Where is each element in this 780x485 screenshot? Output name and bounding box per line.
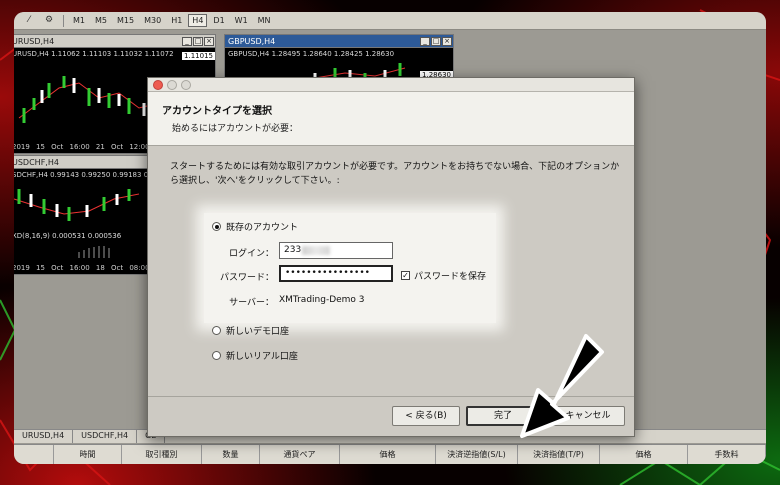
minimize-icon[interactable]: _: [420, 36, 430, 46]
close-icon[interactable]: ×: [204, 36, 214, 46]
column-commission[interactable]: 手数料: [688, 445, 766, 464]
chart-settings-icon[interactable]: ⚙: [40, 14, 58, 27]
chart-title: GBPUSD,H4: [228, 36, 276, 46]
column-volume[interactable]: 数量: [202, 445, 260, 464]
radio-label: 新しいリアル口座: [226, 352, 298, 362]
radio-existing-account[interactable]: 既存のアカウント: [212, 220, 298, 233]
timeframe-m1[interactable]: M1: [69, 14, 89, 27]
chart-tab[interactable]: USDCHF,H4: [73, 430, 138, 443]
radio-new-demo-account[interactable]: 新しいデモ口座: [212, 324, 289, 337]
column-current-price[interactable]: 価格: [600, 445, 688, 464]
column-time[interactable]: 時間: [54, 445, 122, 464]
column-price[interactable]: 価格: [340, 445, 436, 464]
drawing-tools-icon[interactable]: ⁄: [20, 14, 38, 27]
close-icon[interactable]: ×: [442, 36, 452, 46]
minimize-icon[interactable]: _: [182, 36, 192, 46]
timeframe-m5[interactable]: M5: [91, 14, 111, 27]
redacted-blur: [302, 246, 330, 255]
pointer-arrow-icon: [520, 334, 604, 438]
close-icon[interactable]: [153, 79, 163, 90]
candlestick-area: [14, 189, 140, 221]
back-button[interactable]: < 戻る(B): [392, 406, 460, 426]
timeframe-mn[interactable]: MN: [254, 14, 275, 27]
password-field[interactable]: ••••••••••••••••: [279, 265, 393, 282]
timeframe-toolbar: ⁄ ⚙ M1 M5 M15 M30 H1 H4 D1 W1 MN: [14, 12, 766, 30]
dialog-title: アカウントタイプを選択: [162, 106, 272, 117]
timeframe-h1[interactable]: H1: [167, 14, 186, 27]
intro-text: スタートするためには有効な取引アカウントが必要です。アカウントをお持ちでない場合…: [170, 162, 620, 186]
dialog-titlebar: [148, 78, 634, 92]
timeframe-d1[interactable]: D1: [209, 14, 228, 27]
radio-label: 新しいデモ口座: [226, 327, 290, 337]
timeframe-w1[interactable]: W1: [231, 14, 252, 27]
dialog-subtitle: 始めるにはアカウントが必要：: [172, 124, 299, 134]
timeframe-m15[interactable]: M15: [113, 14, 138, 27]
timeframe-m30[interactable]: M30: [140, 14, 165, 27]
dialog-header: アカウントタイプを選択 始めるにはアカウントが必要：: [148, 92, 634, 146]
chart-title: USDCHF,H4: [14, 157, 59, 167]
radio-dot[interactable]: [212, 326, 221, 335]
maximize-icon[interactable]: □: [431, 36, 441, 46]
save-password-checkbox[interactable]: ✓ パスワードを保存: [401, 269, 486, 282]
column-symbol[interactable]: 通貨ペア: [260, 445, 340, 464]
column-sl[interactable]: 決済逆指値(S/L): [436, 445, 518, 464]
oscillator-area: [78, 246, 110, 258]
timeframe-h4[interactable]: H4: [188, 14, 208, 27]
zoom-icon: [181, 79, 191, 90]
radio-dot[interactable]: [212, 351, 221, 360]
maximize-icon[interactable]: □: [193, 36, 203, 46]
radio-label: 既存のアカウント: [226, 223, 299, 233]
checkmark-icon[interactable]: ✓: [401, 271, 410, 280]
save-password-label: パスワードを保存: [414, 272, 487, 282]
chart-window-usdchf[interactable]: USDCHF,H4 SDCHF,H4 0.99143 0.99250 0.991…: [14, 155, 243, 275]
terminal-column-header: 時間 取引種別 数量 通貨ペア 価格 決済逆指値(S/L) 決済指値(T/P) …: [14, 444, 766, 464]
chart-title: URUSD,H4: [14, 36, 55, 46]
radio-new-real-account[interactable]: 新しいリアル口座: [212, 349, 298, 362]
server-value: XMTrading-Demo 3: [279, 295, 365, 305]
chart-tab[interactable]: URUSD,H4: [14, 430, 74, 443]
login-label: ログイン：: [228, 249, 274, 259]
oscillator-label: XD(8,16,9) 0.000531 0.000536: [14, 232, 122, 240]
password-label: パスワード：: [219, 273, 274, 283]
minimize-icon: [167, 79, 177, 90]
radio-dot[interactable]: [212, 222, 221, 231]
column-type[interactable]: 取引種別: [122, 445, 202, 464]
column-tp[interactable]: 決済指値(T/P): [518, 445, 600, 464]
login-value: 233: [284, 245, 302, 255]
server-label: サーバー：: [229, 298, 274, 308]
password-value: ••••••••••••••••: [285, 268, 370, 278]
login-field[interactable]: 233: [279, 242, 393, 259]
